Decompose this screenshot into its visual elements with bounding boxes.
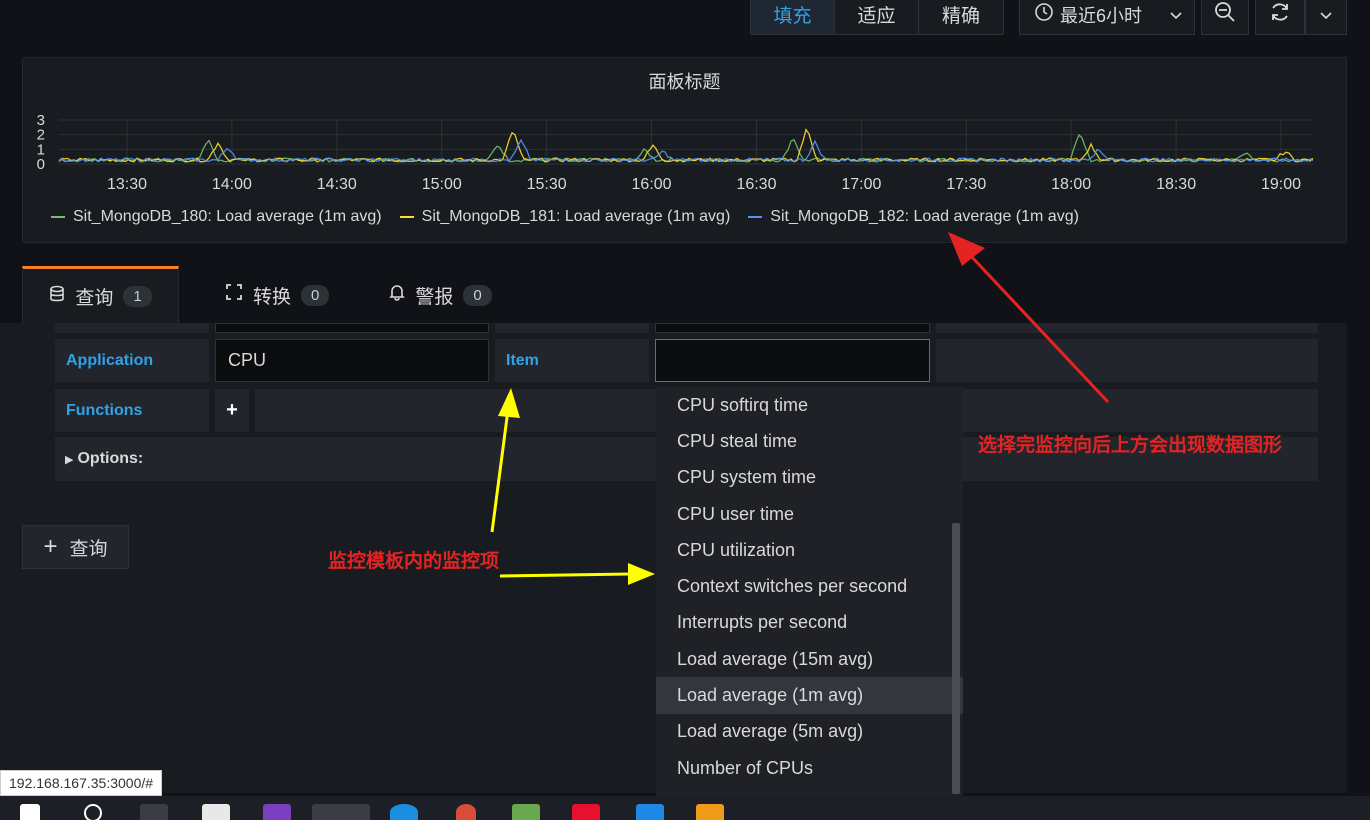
yellow-arrow-head-up [498,388,520,418]
app-icon[interactable] [636,804,664,820]
search-icon[interactable] [84,804,102,820]
app-icon[interactable] [572,804,600,820]
os-taskbar [0,796,1370,820]
app-icon[interactable] [202,804,230,820]
annotation-center: 监控模板内的监控项 [328,551,500,572]
red-arrow-shaft [968,253,1110,404]
chrome-icon[interactable] [312,804,370,820]
red-arrow-head [948,232,985,266]
yellow-arrow-shaft-right [499,572,631,578]
app-icon[interactable] [512,804,540,820]
yellow-arrow-head-right [628,563,655,585]
yellow-arrow-shaft-up [490,409,510,533]
app-icon[interactable] [456,804,476,820]
annotation-right: 选择完监控向后上方会出现数据图形 [978,435,1283,456]
status-url: 192.168.167.35:3000/# [0,770,163,796]
app-icon[interactable] [696,804,724,820]
onenote-icon[interactable] [263,804,291,820]
windows-start-icon[interactable] [20,804,40,820]
app-icon[interactable] [390,804,418,820]
annotation-arrows [490,232,1110,585]
app-icon[interactable] [140,804,168,820]
